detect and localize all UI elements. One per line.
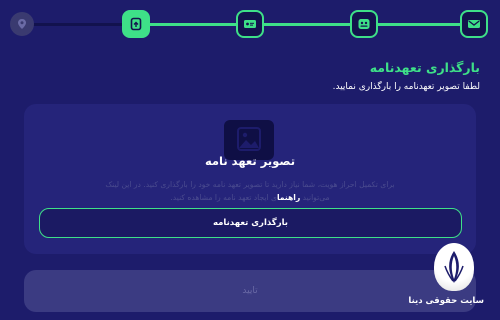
step-address[interactable] bbox=[10, 12, 34, 36]
mail-icon bbox=[467, 18, 481, 30]
step-id-card[interactable] bbox=[236, 10, 264, 38]
feather-logo-icon bbox=[434, 243, 474, 291]
document-upload-icon bbox=[129, 17, 143, 31]
id-card-icon bbox=[243, 18, 257, 30]
progress-stepper bbox=[0, 0, 500, 48]
page-subtitle: لطفا تصویر تعهدنامه را بارگذاری نمایید. bbox=[332, 82, 480, 92]
step-identity[interactable] bbox=[350, 10, 378, 38]
guide-link[interactable]: راهنما bbox=[277, 193, 300, 202]
description-prefix: می‌توانید bbox=[302, 193, 330, 202]
description-suffix: ی ایجاد تعهد نامه را مشاهده کنید. bbox=[170, 193, 277, 202]
description-line-2: می‌توانید راهنمای ایجاد تعهد نامه را مشا… bbox=[50, 191, 450, 204]
stepper-line-pending bbox=[32, 23, 124, 26]
location-pin-icon bbox=[16, 18, 28, 30]
upload-commitment-button[interactable]: بارگذاری تعهدنامه bbox=[39, 208, 462, 238]
watermark-text: سایت حقوقی دینا bbox=[408, 296, 484, 306]
stepper-line-completed bbox=[148, 23, 470, 26]
upload-card-title: تصویر تعهد نامه bbox=[204, 154, 296, 168]
step-commitment-upload[interactable] bbox=[122, 10, 150, 38]
page-title: بارگذاری تعهدنامه bbox=[369, 60, 480, 75]
description-line-1: برای تکمیل احراز هویت، شما نیاز دارید تا… bbox=[105, 180, 395, 189]
step-contact[interactable] bbox=[460, 10, 488, 38]
upload-card-description: برای تکمیل احراز هویت، شما نیاز دارید تا… bbox=[50, 178, 450, 204]
people-icon bbox=[357, 18, 371, 30]
